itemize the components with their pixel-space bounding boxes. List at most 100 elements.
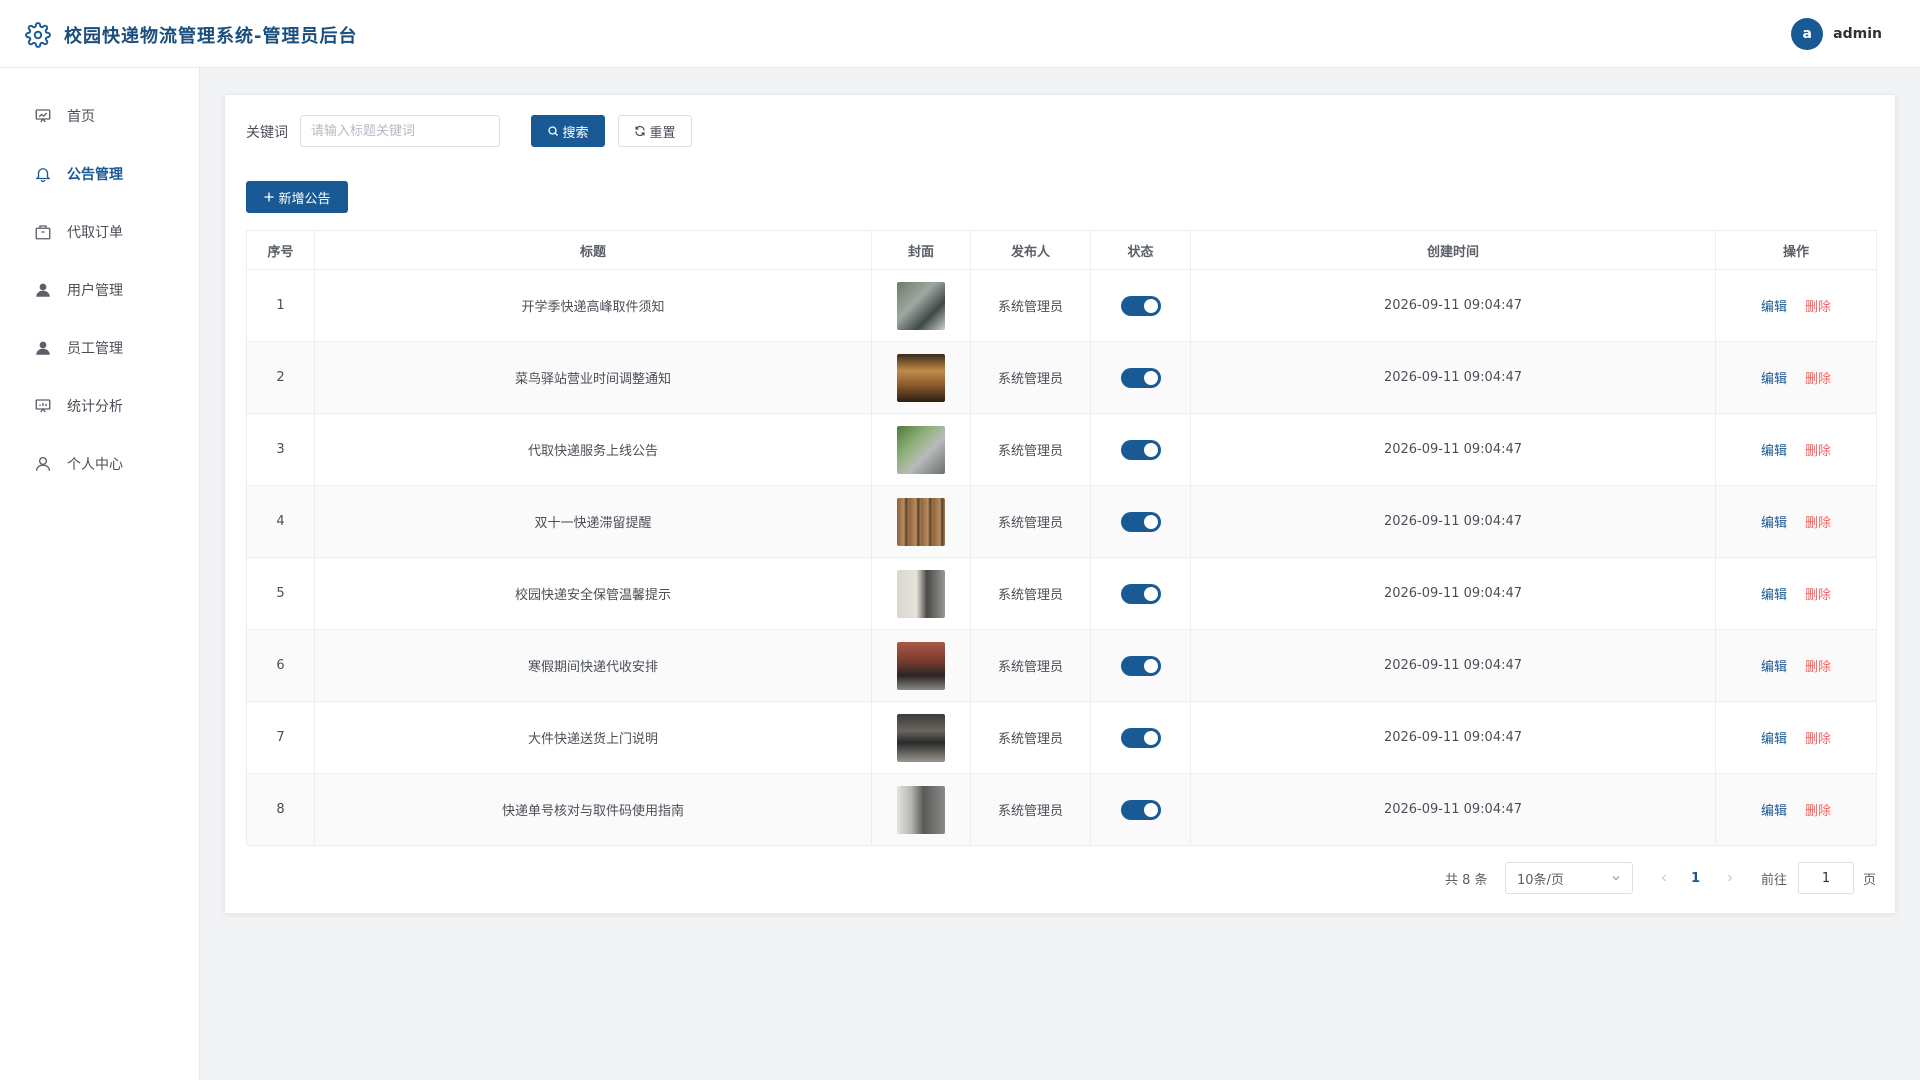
status-toggle[interactable] xyxy=(1120,295,1161,316)
row-created: 2026-09-11 09:04:47 xyxy=(1190,773,1716,846)
sidebar-item-label: 公告管理 xyxy=(67,167,123,183)
row-index: 6 xyxy=(246,629,315,702)
row-created: 2026-09-11 09:04:47 xyxy=(1190,701,1716,774)
sidebar-item-label: 员工管理 xyxy=(67,341,123,357)
cover-thumbnail[interactable] xyxy=(897,785,945,834)
status-toggle[interactable] xyxy=(1120,799,1161,820)
table-row: 2 菜鸟驿站营业时间调整通知 系统管理员 2026-09-11 09:04:47… xyxy=(246,341,1877,414)
sidebar-item-users[interactable]: 用户管理 xyxy=(0,265,199,315)
reset-button[interactable]: 重置 xyxy=(618,115,692,147)
user-icon xyxy=(36,283,50,297)
add-button-label: 新增公告 xyxy=(278,191,331,207)
sidebar-item-statistics[interactable]: 统计分析 xyxy=(0,381,199,431)
user-menu[interactable]: a admin xyxy=(1791,18,1882,50)
chevron-down-icon xyxy=(1612,876,1620,881)
search-icon xyxy=(548,126,559,136)
row-publisher: 系统管理员 xyxy=(970,557,1091,630)
plus-icon xyxy=(264,192,274,202)
cover-thumbnail[interactable] xyxy=(897,353,945,402)
row-index: 8 xyxy=(246,773,315,846)
row-created: 2026-09-11 09:04:47 xyxy=(1190,341,1716,414)
row-index: 4 xyxy=(246,485,315,558)
total-count: 共 8 条 xyxy=(1445,872,1488,888)
sidebar-item-label: 个人中心 xyxy=(67,457,123,473)
column-header: 序号 xyxy=(246,230,315,270)
top-header: 校园快递物流管理系统-管理员后台 a admin xyxy=(0,0,1920,68)
sidebar-item-home[interactable]: 首页 xyxy=(0,91,199,141)
delete-link[interactable]: 删除 xyxy=(1805,660,1831,675)
row-title: 寒假期间快递代收安排 xyxy=(314,629,872,702)
table-row: 4 双十一快递滞留提醒 系统管理员 2026-09-11 09:04:47 编辑… xyxy=(246,485,1877,558)
delete-link[interactable]: 删除 xyxy=(1805,588,1831,603)
row-title: 开学季快递高峰取件须知 xyxy=(314,269,872,342)
delete-link[interactable]: 删除 xyxy=(1805,444,1831,459)
search-button[interactable]: 搜索 xyxy=(531,115,605,147)
delete-link[interactable]: 删除 xyxy=(1805,732,1831,747)
edit-link[interactable]: 编辑 xyxy=(1761,300,1787,315)
sidebar-item-staff[interactable]: 员工管理 xyxy=(0,323,199,373)
row-index: 2 xyxy=(246,341,315,414)
edit-link[interactable]: 编辑 xyxy=(1761,444,1787,459)
status-toggle[interactable] xyxy=(1120,655,1161,676)
add-announcement-button[interactable]: 新增公告 xyxy=(246,181,348,213)
delete-link[interactable]: 删除 xyxy=(1805,300,1831,315)
next-page-button[interactable] xyxy=(1724,862,1736,894)
column-header: 封面 xyxy=(871,230,971,270)
table-row: 8 快递单号核对与取件码使用指南 系统管理员 2026-09-11 09:04:… xyxy=(246,773,1877,846)
delete-link[interactable]: 删除 xyxy=(1805,516,1831,531)
status-toggle[interactable] xyxy=(1120,583,1161,604)
edit-link[interactable]: 编辑 xyxy=(1761,804,1787,819)
row-publisher: 系统管理员 xyxy=(970,341,1091,414)
column-header: 发布人 xyxy=(970,230,1091,270)
row-created: 2026-09-11 09:04:47 xyxy=(1190,629,1716,702)
row-title: 双十一快递滞留提醒 xyxy=(314,485,872,558)
edit-link[interactable]: 编辑 xyxy=(1761,372,1787,387)
delete-link[interactable]: 删除 xyxy=(1805,372,1831,387)
table-row: 7 大件快递送货上门说明 系统管理员 2026-09-11 09:04:47 编… xyxy=(246,701,1877,774)
delete-link[interactable]: 删除 xyxy=(1805,804,1831,819)
edit-link[interactable]: 编辑 xyxy=(1761,516,1787,531)
goto-page-input[interactable] xyxy=(1798,862,1854,894)
avatar[interactable]: a xyxy=(1791,18,1824,50)
row-index: 5 xyxy=(246,557,315,630)
row-index: 7 xyxy=(246,701,315,774)
page-size-select[interactable]: 10条/页 xyxy=(1505,862,1633,894)
cover-thumbnail[interactable] xyxy=(897,569,945,618)
page-number-current[interactable]: 1 xyxy=(1691,862,1700,894)
sidebar-item-announcements[interactable]: 公告管理 xyxy=(0,149,199,199)
gear-icon xyxy=(25,22,51,48)
cover-thumbnail[interactable] xyxy=(897,713,945,762)
sidebar: 首页 公告管理 代取订单 用户管理 员工管理 统计分析 个人中心 xyxy=(0,68,200,1080)
table-row: 5 校园快递安全保管温馨提示 系统管理员 2026-09-11 09:04:47… xyxy=(246,557,1877,630)
sidebar-item-profile[interactable]: 个人中心 xyxy=(0,439,199,489)
user-name[interactable]: admin xyxy=(1833,26,1882,42)
cover-thumbnail[interactable] xyxy=(897,497,945,546)
search-button-label: 搜索 xyxy=(562,125,589,141)
sidebar-item-label: 统计分析 xyxy=(67,399,123,415)
row-title: 大件快递送货上门说明 xyxy=(314,701,872,774)
row-title: 代取快递服务上线公告 xyxy=(314,413,872,486)
edit-link[interactable]: 编辑 xyxy=(1761,588,1787,603)
app-title: 校园快递物流管理系统-管理员后台 xyxy=(64,26,358,47)
row-publisher: 系统管理员 xyxy=(970,269,1091,342)
keyword-input[interactable] xyxy=(300,115,500,147)
sidebar-item-orders[interactable]: 代取订单 xyxy=(0,207,199,257)
prev-page-button[interactable] xyxy=(1658,862,1670,894)
cover-thumbnail[interactable] xyxy=(897,281,945,330)
table-header-row: 序号 标题 封面 发布人 状态 创建时间 操作 xyxy=(246,230,1877,270)
edit-link[interactable]: 编辑 xyxy=(1761,660,1787,675)
bell-icon xyxy=(35,168,51,183)
reset-button-label: 重置 xyxy=(649,125,676,141)
package-icon xyxy=(35,225,51,240)
status-toggle[interactable] xyxy=(1120,439,1161,460)
user-icon xyxy=(36,341,50,355)
sidebar-item-label: 用户管理 xyxy=(67,283,123,299)
table-row: 1 开学季快递高峰取件须知 系统管理员 2026-09-11 09:04:47 … xyxy=(246,269,1877,342)
status-toggle[interactable] xyxy=(1120,511,1161,532)
cover-thumbnail[interactable] xyxy=(897,425,945,474)
edit-link[interactable]: 编辑 xyxy=(1761,732,1787,747)
status-toggle[interactable] xyxy=(1120,727,1161,748)
status-toggle[interactable] xyxy=(1120,367,1161,388)
cover-thumbnail[interactable] xyxy=(897,641,945,690)
sidebar-item-label: 首页 xyxy=(67,109,95,125)
